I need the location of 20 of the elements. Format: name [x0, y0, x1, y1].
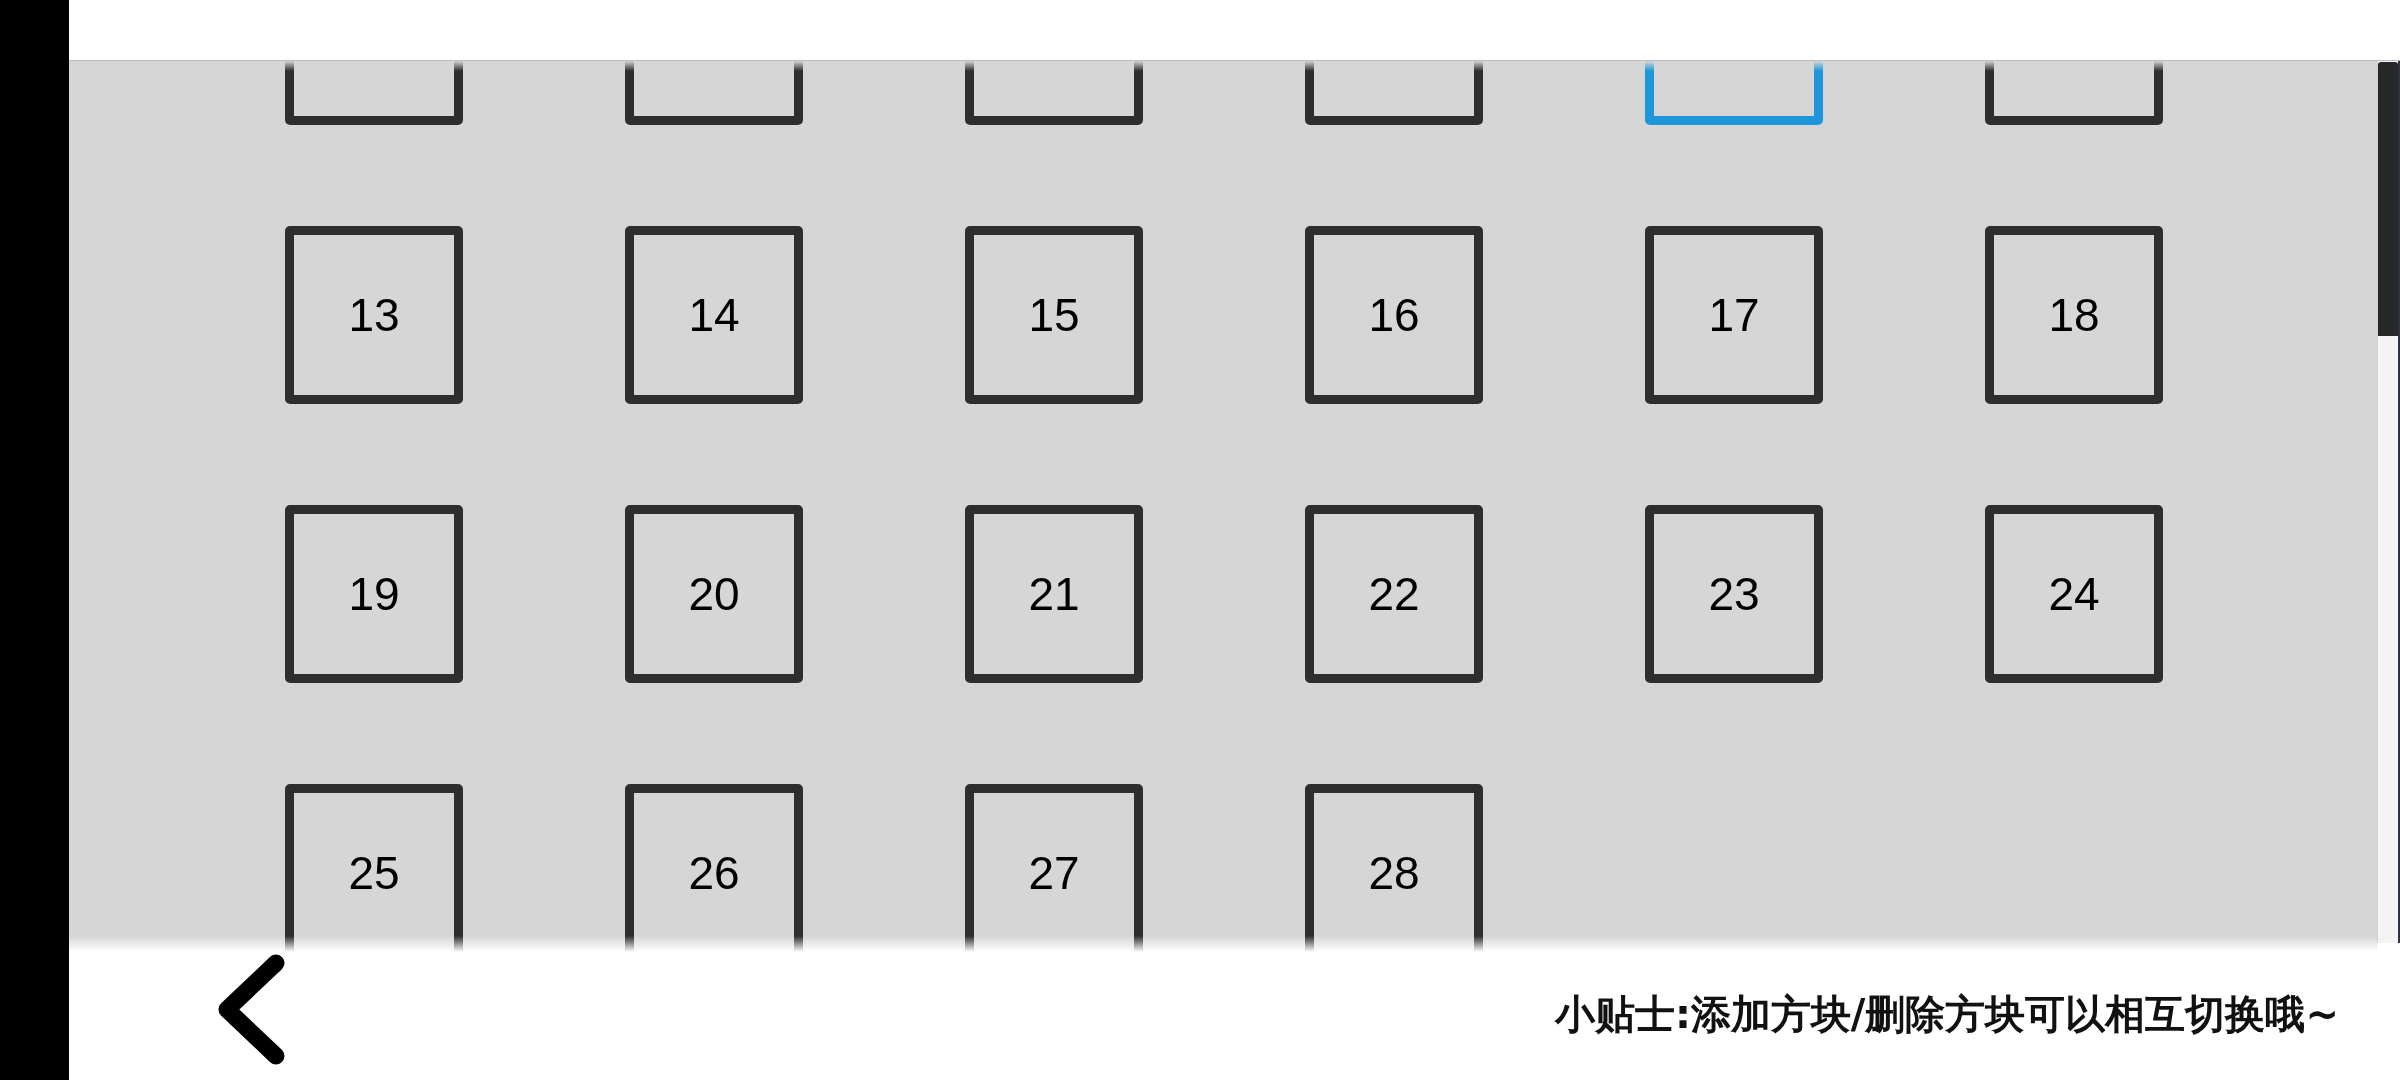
number-tile[interactable]: 24	[1985, 505, 2163, 683]
number-tile[interactable]: 13	[285, 226, 463, 404]
number-tile[interactable]: 27	[965, 784, 1143, 952]
number-tile[interactable]: 21	[965, 505, 1143, 683]
number-tile[interactable]: 16	[1305, 226, 1483, 404]
number-tile[interactable]: 18	[1985, 226, 2163, 404]
number-tile[interactable]: 22	[1305, 505, 1483, 683]
scrollbar-thumb[interactable]	[2378, 62, 2398, 336]
number-tile[interactable]: 15	[965, 226, 1143, 404]
number-tile[interactable]: 25	[285, 784, 463, 952]
chevron-left-icon	[218, 953, 285, 1065]
number-tile[interactable]: 19	[285, 505, 463, 683]
number-tile[interactable]: 14	[625, 226, 803, 404]
number-tile[interactable]: 23	[1645, 505, 1823, 683]
tip-text: 小贴士:添加方块/删除方块可以相互切换哦~	[1554, 989, 2339, 1039]
number-tile[interactable]: 17	[1645, 226, 1823, 404]
back-button[interactable]	[218, 953, 285, 1065]
number-tile[interactable]: 26	[625, 784, 803, 952]
number-tile[interactable]: 28	[1305, 784, 1483, 952]
number-tile[interactable]: 20	[625, 505, 803, 683]
